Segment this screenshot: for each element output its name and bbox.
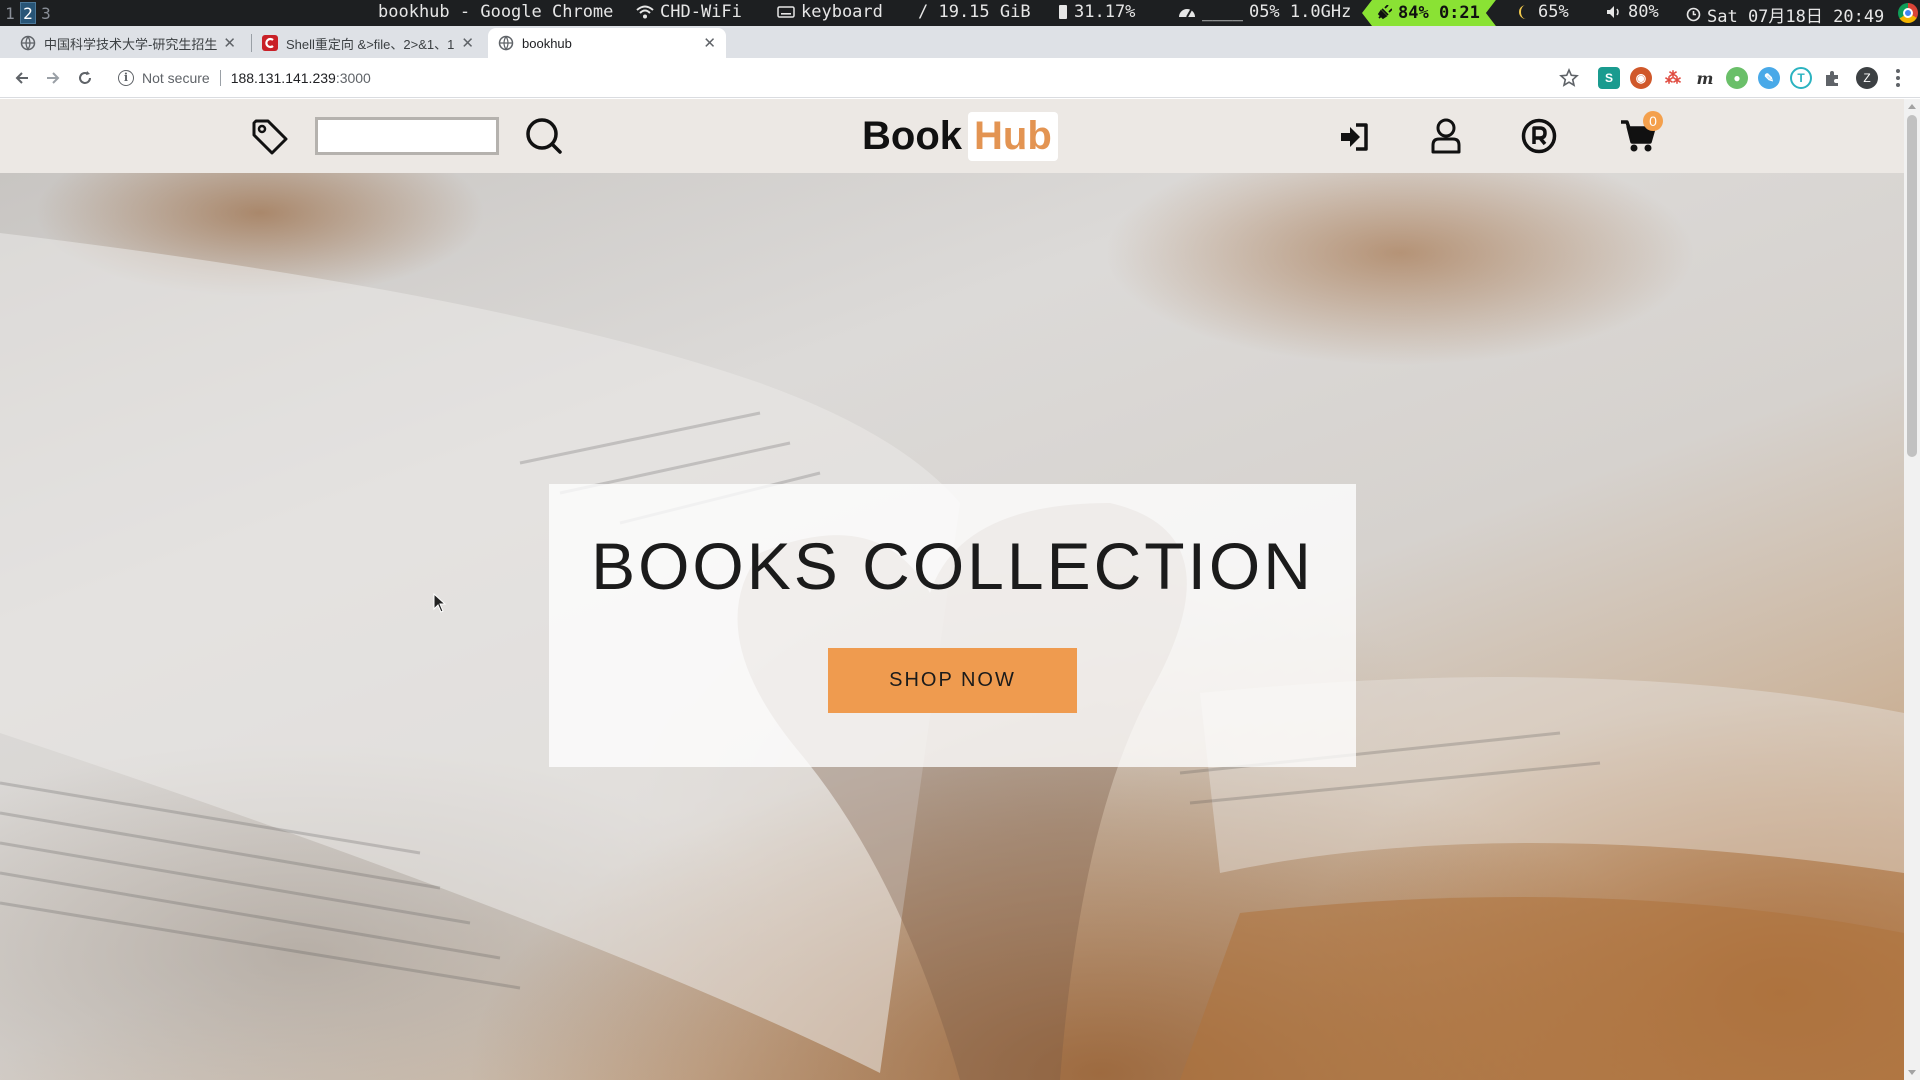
tag-icon[interactable]	[248, 115, 292, 159]
tab-bookhub[interactable]: bookhub ✕	[488, 28, 726, 58]
user-icon[interactable]	[1427, 116, 1465, 156]
arrow-right-icon	[47, 72, 60, 84]
volume-status: 80%	[1606, 2, 1659, 22]
info-icon[interactable]: i	[118, 70, 134, 86]
cart-count-badge: 0	[1643, 111, 1663, 131]
memory-icon	[1059, 5, 1067, 19]
clock-icon	[1686, 7, 1701, 22]
wifi-icon	[636, 5, 654, 19]
speaker-icon	[1607, 6, 1619, 18]
scroll-down-arrow-icon[interactable]	[1908, 1070, 1916, 1075]
extension-m-icon[interactable]: m	[1694, 67, 1716, 89]
reload-icon	[79, 71, 91, 84]
registered-icon[interactable]	[1520, 117, 1558, 155]
extensions-puzzle-icon[interactable]	[1822, 67, 1844, 89]
wifi-status: CHD-WiFi	[636, 2, 742, 22]
page-viewport: Book Hub 0 BOOKS COLLECTION SHOP NOW	[0, 99, 1904, 1080]
keyboard-icon	[777, 6, 795, 18]
cpu-graph: ____	[1202, 2, 1243, 22]
charging-plug-icon	[1376, 5, 1392, 21]
workspace-1[interactable]: 1	[2, 2, 18, 24]
csdn-icon	[262, 35, 278, 51]
globe-icon	[20, 35, 36, 51]
extension-blue-icon[interactable]: ✎	[1758, 67, 1780, 89]
battery-status: 84% 0:21	[1362, 0, 1496, 26]
search-input[interactable]	[315, 117, 499, 155]
memory-status: 31.17%	[1058, 2, 1135, 22]
login-icon[interactable]	[1336, 119, 1372, 155]
brand-book: Book	[862, 113, 962, 158]
hero-title: BOOKS COLLECTION	[591, 529, 1314, 603]
extension-s-icon[interactable]: S	[1598, 67, 1620, 89]
keyboard-status: keyboard	[777, 2, 883, 22]
memory-value: 31.17%	[1074, 2, 1136, 22]
tab-label: 中国科学技术大学-研究生招生	[44, 36, 218, 52]
disk-status: / 19.15 GiB	[918, 2, 1031, 22]
tab-label: Shell重定向 &>file、2>&1、1	[286, 36, 455, 52]
back-button[interactable]	[8, 64, 36, 92]
clock-status: Sat 07月18日 20:49	[1686, 2, 1884, 27]
workspace-2[interactable]: 2	[20, 2, 36, 24]
clock-value: Sat 07月18日 20:49	[1707, 7, 1885, 27]
extension-tiger-icon[interactable]: ◉	[1630, 67, 1652, 89]
cpu-status: ____ 05% 1.0GHz	[1178, 2, 1351, 22]
scroll-up-arrow-icon[interactable]	[1908, 104, 1916, 109]
tab-label: bookhub	[522, 35, 572, 51]
site-header: Book Hub 0	[0, 99, 1904, 173]
brightness-status: 65%	[1518, 2, 1569, 22]
moon-icon	[1519, 5, 1526, 19]
omnibox-divider	[219, 70, 221, 86]
search-icon[interactable]	[523, 115, 565, 157]
reload-button[interactable]	[71, 64, 99, 92]
window-title: bookhub - Google Chrome	[378, 2, 614, 22]
hero-card: BOOKS COLLECTION SHOP NOW	[549, 484, 1356, 767]
address-bar[interactable]: i Not secure 188.131.141.239 :3000	[112, 63, 1577, 93]
extension-translate-icon[interactable]: T	[1790, 67, 1812, 89]
url-port[interactable]: :3000	[336, 70, 371, 86]
brand-logo[interactable]: Book Hub	[862, 107, 1058, 165]
chrome-tray-icon[interactable]	[1898, 3, 1918, 23]
extension-green-icon[interactable]: ●	[1726, 67, 1748, 89]
mouse-cursor-icon	[433, 593, 447, 613]
profile-avatar[interactable]: Z	[1856, 67, 1878, 89]
url-host[interactable]: 188.131.141.239	[231, 70, 336, 86]
globe-icon	[498, 35, 514, 51]
security-label[interactable]: Not secure	[142, 70, 210, 86]
close-icon[interactable]: ✕	[461, 34, 474, 52]
hero-banner: BOOKS COLLECTION SHOP NOW	[0, 173, 1904, 1080]
brightness-value: 65%	[1538, 2, 1569, 22]
workspace-3[interactable]: 3	[38, 2, 54, 24]
brand-hub: Hub	[968, 111, 1058, 161]
tab-strip: 中国科学技术大学-研究生招生 ✕ Shell重定向 &>file、2>&1、1 …	[0, 26, 1920, 80]
system-status-bar: 1 2 3 bookhub - Google Chrome CHD-WiFi k…	[0, 0, 1920, 27]
cpu-value: 05% 1.0GHz	[1248, 2, 1352, 22]
tab-ustc[interactable]: 中国科学技术大学-研究生招生 ✕	[10, 28, 246, 58]
shop-now-button[interactable]: SHOP NOW	[828, 648, 1077, 713]
volume-value: 80%	[1628, 2, 1659, 22]
battery-value: 84% 0:21	[1398, 3, 1480, 23]
speedometer-icon	[1179, 9, 1195, 18]
keyboard-label: keyboard	[801, 2, 883, 22]
browser-toolbar: i Not secure 188.131.141.239 :3000 S ◉ ⁂…	[0, 58, 1920, 98]
scrollbar-thumb[interactable]	[1907, 115, 1917, 457]
tab-shell-redirect[interactable]: Shell重定向 &>file、2>&1、1 ✕	[252, 28, 484, 58]
page-scrollbar[interactable]	[1904, 99, 1920, 1080]
bookmark-star-icon[interactable]	[1558, 67, 1580, 89]
arrow-left-icon	[15, 72, 28, 84]
chrome-menu-icon[interactable]	[1887, 67, 1909, 89]
wifi-name: CHD-WiFi	[660, 2, 742, 22]
forward-button[interactable]	[39, 64, 67, 92]
close-icon[interactable]: ✕	[703, 34, 716, 52]
extension-nodes-icon[interactable]: ⁂	[1662, 67, 1684, 89]
close-icon[interactable]: ✕	[223, 34, 236, 52]
